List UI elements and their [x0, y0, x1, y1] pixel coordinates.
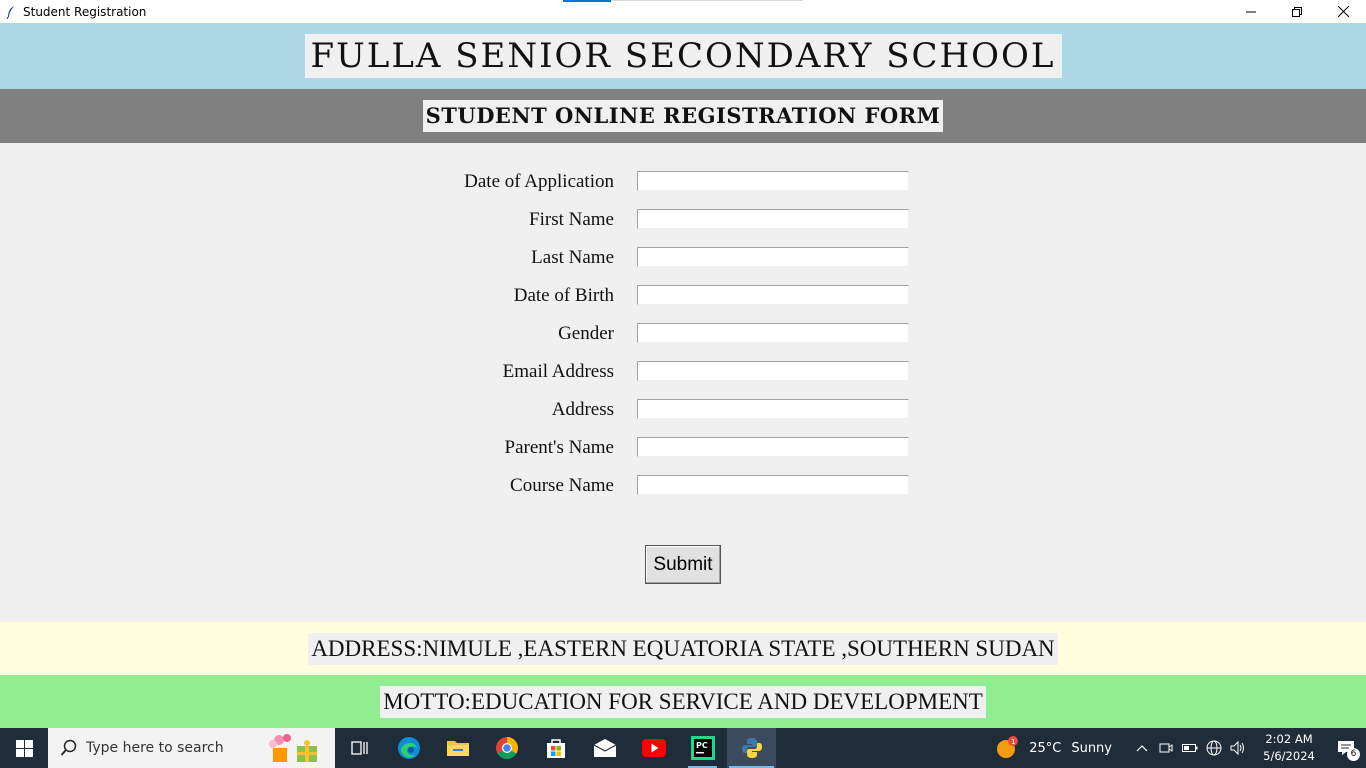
- window-title: Student Registration: [23, 4, 147, 19]
- course-name-input[interactable]: [637, 475, 909, 495]
- field-email-address: Email Address: [0, 360, 1366, 384]
- close-button[interactable]: [1320, 0, 1366, 23]
- clock-date: 5/6/2024: [1263, 749, 1315, 763]
- school-banner: FULLA SENIOR SECONDARY SCHOOL: [0, 23, 1366, 89]
- email-address-input[interactable]: [637, 361, 909, 381]
- weather-badge: 1: [1011, 738, 1015, 746]
- school-address: ADDRESS:NIMULE ,EASTERN EQUATORIA STATE …: [308, 632, 1058, 665]
- task-view-icon: [350, 741, 368, 755]
- first-name-input[interactable]: [637, 209, 909, 229]
- field-label: Email Address: [502, 361, 614, 382]
- sun-icon: 1: [997, 736, 1019, 758]
- date-of-birth-input[interactable]: [637, 285, 909, 305]
- school-name: FULLA SENIOR SECONDARY SCHOOL: [304, 34, 1062, 78]
- restore-button[interactable]: [1274, 0, 1320, 23]
- field-last-name: Last Name: [0, 246, 1366, 270]
- minimize-icon: [1246, 11, 1256, 12]
- notification-count-badge: 6: [1347, 748, 1360, 761]
- search-placeholder: Type here to search: [86, 740, 224, 756]
- mail-icon: [593, 739, 616, 757]
- address-input[interactable]: [637, 399, 909, 419]
- volume-button[interactable]: [1226, 728, 1250, 768]
- network-button[interactable]: [1202, 728, 1226, 768]
- field-label: First Name: [529, 209, 614, 230]
- youtube-icon: [641, 739, 666, 757]
- speaker-icon: [1230, 741, 1244, 755]
- address-banner: ADDRESS:NIMULE ,EASTERN EQUATORIA STATE …: [0, 622, 1366, 675]
- field-gender: Gender: [0, 322, 1366, 346]
- field-label: Date of Birth: [513, 285, 614, 306]
- close-icon: [1337, 6, 1349, 17]
- field-address: Address: [0, 398, 1366, 422]
- field-date-of-birth: Date of Birth: [0, 284, 1366, 308]
- chevron-up-icon: [1136, 745, 1148, 752]
- windows-logo-icon: [15, 739, 33, 757]
- gender-input[interactable]: [637, 323, 909, 343]
- flowers-gift-icon: [269, 734, 317, 762]
- field-course-name: Course Name: [0, 474, 1366, 498]
- field-label: Gender: [558, 323, 614, 344]
- chrome-button[interactable]: [482, 728, 531, 768]
- notification-center-button[interactable]: 6: [1326, 728, 1366, 768]
- feather-icon: [4, 5, 18, 19]
- python-button[interactable]: [727, 728, 776, 768]
- form-title: STUDENT ONLINE REGISTRATION FORM: [422, 100, 944, 132]
- restore-icon: [1292, 6, 1302, 17]
- school-motto: MOTTO:EDUCATION FOR SERVICE AND DEVELOPM…: [380, 685, 986, 718]
- last-name-input[interactable]: [637, 247, 909, 267]
- search-icon: [60, 739, 78, 757]
- weather-condition: Sunny: [1071, 740, 1112, 756]
- python-icon: [741, 738, 762, 758]
- field-label: Date of Application: [464, 171, 614, 192]
- youtube-button[interactable]: [629, 728, 678, 768]
- microsoft-store-button[interactable]: [531, 728, 580, 768]
- titlebar-accent: [563, 0, 611, 2]
- window-titlebar: Student Registration: [0, 0, 1366, 23]
- taskbar: Type here to search PC 1 25°C Sunny 2:02…: [0, 728, 1366, 768]
- globe-icon: [1206, 740, 1222, 756]
- motto-banner: MOTTO:EDUCATION FOR SERVICE AND DEVELOPM…: [0, 675, 1366, 728]
- field-label: Parent's Name: [504, 437, 614, 458]
- edge-button[interactable]: [384, 728, 433, 768]
- edge-icon: [397, 737, 420, 759]
- form-title-banner: STUDENT ONLINE REGISTRATION FORM: [0, 89, 1366, 143]
- minimize-button[interactable]: [1228, 0, 1274, 23]
- weather-widget[interactable]: 1 25°C Sunny: [995, 735, 1112, 761]
- system-tray: 1 25°C Sunny 2:02 AM 5/6/2024 6: [995, 728, 1366, 768]
- field-label: Address: [551, 399, 614, 420]
- camera-icon: [1159, 743, 1173, 753]
- pycharm-icon: PC: [690, 736, 715, 760]
- submit-button[interactable]: Submit: [645, 545, 721, 584]
- battery-icon: [1182, 744, 1198, 752]
- field-parents-name: Parent's Name: [0, 436, 1366, 460]
- svg-text:PC: PC: [696, 741, 708, 750]
- meet-now-button[interactable]: [1154, 728, 1178, 768]
- folder-icon: [446, 741, 469, 756]
- field-label: Course Name: [510, 475, 614, 496]
- taskbar-search[interactable]: Type here to search: [48, 728, 335, 768]
- titlebar-divider: [611, 0, 803, 1]
- chrome-icon: [495, 737, 518, 759]
- window-controls: [1228, 0, 1366, 23]
- task-view-button[interactable]: [335, 728, 384, 768]
- battery-button[interactable]: [1178, 728, 1202, 768]
- date-of-application-input[interactable]: [637, 171, 909, 191]
- store-icon: [546, 739, 565, 758]
- mail-button[interactable]: [580, 728, 629, 768]
- weather-temp: 25°C: [1029, 740, 1062, 756]
- clock[interactable]: 2:02 AM 5/6/2024: [1256, 731, 1322, 765]
- field-date-of-application: Date of Application: [0, 170, 1366, 194]
- pycharm-button[interactable]: PC: [678, 728, 727, 768]
- parents-name-input[interactable]: [637, 437, 909, 457]
- field-first-name: First Name: [0, 208, 1366, 232]
- show-hidden-icons-button[interactable]: [1130, 728, 1154, 768]
- file-explorer-button[interactable]: [433, 728, 482, 768]
- field-label: Last Name: [531, 247, 614, 268]
- clock-time: 2:02 AM: [1265, 732, 1313, 746]
- start-button[interactable]: [0, 728, 48, 768]
